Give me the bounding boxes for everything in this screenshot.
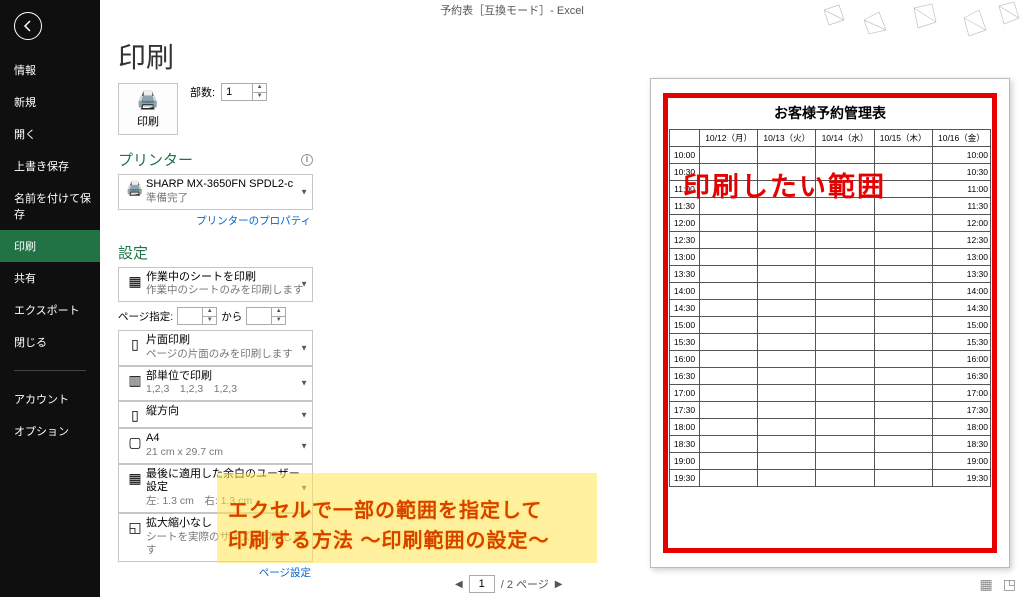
- portrait-icon: ▯: [124, 405, 146, 424]
- backstage-sidebar: 情報新規開く上書き保存名前を付けて保存印刷共有エクスポート閉じる アカウントオプ…: [0, 0, 100, 597]
- spin-up-icon[interactable]: ▲: [253, 84, 266, 93]
- page-to-input[interactable]: [247, 308, 271, 324]
- chevron-down-icon: ▼: [300, 187, 308, 196]
- show-margins-icon[interactable]: ▦: [980, 576, 993, 593]
- chevron-down-icon: ▼: [300, 410, 308, 419]
- info-icon[interactable]: i: [301, 154, 313, 166]
- sidebar-item-6[interactable]: 共有: [0, 262, 100, 294]
- sidebar-item2-1[interactable]: オプション: [0, 415, 100, 447]
- pager-next[interactable]: ▶: [555, 579, 563, 590]
- pager-page-input[interactable]: [469, 575, 495, 593]
- sidebar-item-2[interactable]: 開く: [0, 118, 100, 150]
- collate-selector[interactable]: ▥ 部単位で印刷1,2,3 1,2,3 1,2,3 ▼: [118, 366, 313, 402]
- spin-down-icon[interactable]: ▼: [253, 93, 266, 101]
- printer-selector[interactable]: 🖨️ SHARP MX-3650FN SPDL2-c準備完了 ▼: [118, 174, 313, 210]
- margins-icon: ▦: [124, 468, 146, 487]
- red-annotation-text: 印刷したい範囲: [683, 165, 886, 204]
- sidebar-item-7[interactable]: エクスポート: [0, 294, 100, 326]
- sidebar-item-3[interactable]: 上書き保存: [0, 150, 100, 182]
- settings-section-title: 設定: [118, 242, 148, 263]
- copies-label: 部数:: [190, 84, 215, 100]
- back-button[interactable]: [14, 12, 42, 40]
- copies-input[interactable]: [222, 84, 252, 100]
- printer-icon: 🖨️: [137, 90, 159, 111]
- annotation-text: エクセルで一部の範囲を指定して 印刷する方法 〜印刷範囲の設定〜: [228, 496, 550, 556]
- sidebar-item-5[interactable]: 印刷: [0, 230, 100, 262]
- preview-pager: ◀ / 2 ページ ▶: [455, 575, 562, 593]
- back-arrow-icon: [21, 19, 35, 33]
- print-scope-selector[interactable]: ▦ 作業中のシートを印刷作業中のシートのみを印刷します ▼: [118, 267, 313, 303]
- page-range-row: ページ指定: ▲▼ から ▲▼: [118, 307, 313, 325]
- orientation-selector[interactable]: ▯ 縦方向 ▼: [118, 401, 313, 428]
- chevron-down-icon: ▼: [300, 379, 308, 388]
- page-to-spinner[interactable]: ▲▼: [246, 307, 286, 325]
- page-from-input[interactable]: [178, 308, 202, 324]
- sidebar-item2-0[interactable]: アカウント: [0, 383, 100, 415]
- print-button-label: 印刷: [137, 113, 159, 129]
- window-title: 予約表［互換モード］- Excel: [0, 0, 1024, 18]
- chevron-down-icon: ▼: [300, 280, 308, 289]
- print-preview: お客様予約管理表 10/12（月）10/13（火）10/14（水）10/15（木…: [650, 78, 1010, 568]
- copies-spinner[interactable]: ▲▼: [221, 83, 267, 101]
- sidebar-item-1[interactable]: 新規: [0, 86, 100, 118]
- printer-status-icon: 🖨️: [124, 178, 146, 197]
- printer-properties-link[interactable]: プリンターのプロパティ: [118, 210, 313, 228]
- paper-size-selector[interactable]: ▢ A421 cm x 29.7 cm ▼: [118, 428, 313, 464]
- sheet-icon: ▦: [124, 271, 146, 290]
- page-setup-link[interactable]: ページ設定: [118, 562, 313, 580]
- pager-prev[interactable]: ◀: [455, 579, 463, 590]
- paper-icon: ▢: [124, 432, 146, 451]
- preview-doc-title: お客様予約管理表: [669, 103, 991, 129]
- sidebar-item-0[interactable]: 情報: [0, 54, 100, 86]
- sides-selector[interactable]: ▯ 片面印刷ページの片面のみを印刷します ▼: [118, 330, 313, 366]
- zoom-to-page-icon[interactable]: ◳: [1003, 576, 1016, 593]
- pager-total: / 2 ページ: [501, 576, 549, 592]
- page-icon: ▯: [124, 334, 146, 353]
- sidebar-item-4[interactable]: 名前を付けて保存: [0, 182, 100, 230]
- page-heading: 印刷: [100, 18, 1024, 86]
- sidebar-item-8[interactable]: 閉じる: [0, 326, 100, 358]
- collate-icon: ▥: [124, 370, 146, 389]
- chevron-down-icon: ▼: [300, 343, 308, 352]
- printer-section-title: プリンター: [118, 149, 193, 170]
- chevron-down-icon: ▼: [300, 441, 308, 450]
- page-from-spinner[interactable]: ▲▼: [177, 307, 217, 325]
- scale-icon: ◱: [124, 517, 146, 536]
- print-button[interactable]: 🖨️ 印刷: [118, 83, 178, 135]
